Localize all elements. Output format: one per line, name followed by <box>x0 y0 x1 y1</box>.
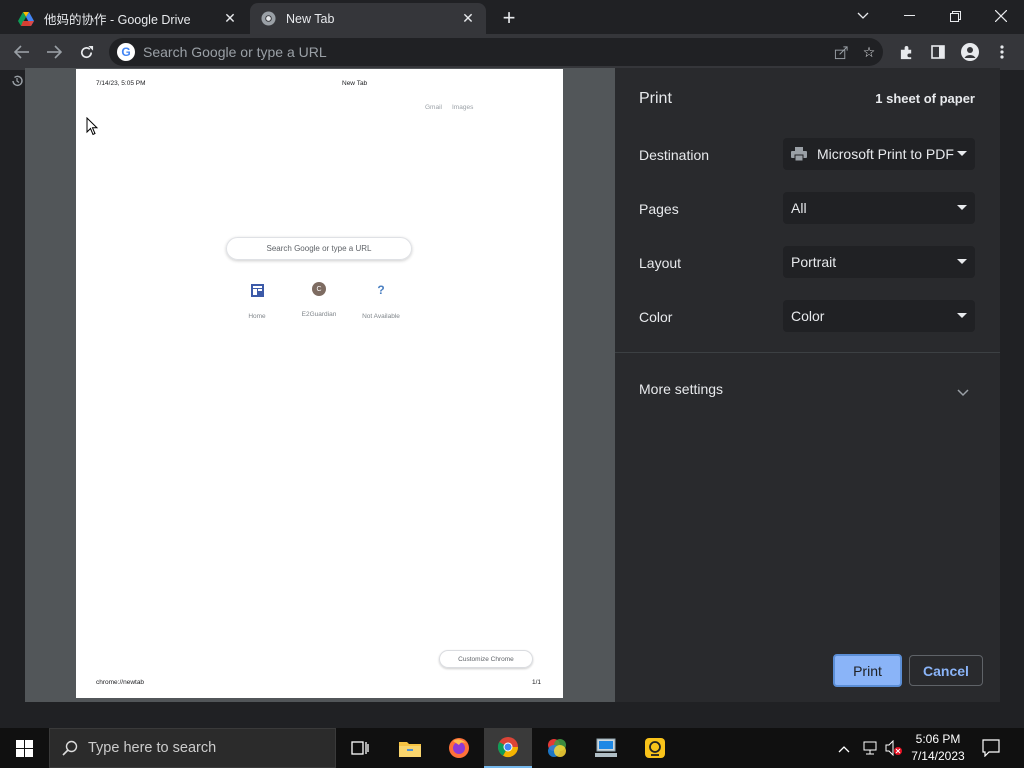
layout-label: Layout <box>639 255 682 271</box>
dropdown-caret-icon <box>957 313 967 318</box>
extensions-puzzle-icon[interactable] <box>894 40 918 64</box>
profile-avatar-icon[interactable] <box>958 40 982 64</box>
clock-time: 5:06 PM <box>915 732 961 746</box>
color-wheel-app-icon[interactable] <box>533 728 581 768</box>
cancel-button[interactable]: Cancel <box>909 655 983 686</box>
network-icon[interactable] <box>862 740 878 761</box>
google-g-icon: G <box>117 43 135 61</box>
browser-toolbar: G Search Google or type a URL ☆ <box>0 34 1024 70</box>
preview-footer-url: chrome://newtab <box>96 679 145 686</box>
more-settings-toggle[interactable]: More settings <box>615 368 1000 408</box>
clock-date: 7/14/2023 <box>911 749 965 763</box>
chevron-down-icon <box>957 384 969 402</box>
dropdown-caret-icon <box>957 151 967 156</box>
close-window-icon[interactable] <box>978 0 1024 32</box>
preview-footer-page: 1/1 <box>532 679 542 686</box>
color-value: Color <box>791 308 825 324</box>
preview-shortcut-e2guardian: C E2Guardian <box>291 282 347 318</box>
shortcut-label: Home <box>248 313 266 320</box>
firefox-icon[interactable] <box>435 728 483 768</box>
search-icon <box>62 740 78 756</box>
color-label: Color <box>639 309 673 325</box>
pages-label: Pages <box>639 201 679 217</box>
settings-divider <box>615 352 1000 353</box>
print-button[interactable]: Print <box>833 654 902 687</box>
file-explorer-icon[interactable] <box>386 728 434 768</box>
restore-icon[interactable] <box>932 0 978 32</box>
letter-c-icon: C <box>312 282 326 296</box>
tab-search-chevron-icon[interactable] <box>840 0 886 32</box>
preview-search-box: Search Google or type a URL <box>226 237 412 260</box>
notifications-icon[interactable] <box>982 739 1000 762</box>
computer-app-icon[interactable] <box>582 728 630 768</box>
close-tab-icon[interactable]: ✕ <box>460 10 476 27</box>
back-arrow-icon[interactable] <box>10 40 34 64</box>
print-dialog-title: Print <box>639 90 672 107</box>
windows-taskbar: Type here to search 5:06 PM 7/14/2023 <box>0 728 1024 768</box>
taskbar-search-box[interactable]: Type here to search <box>49 728 336 768</box>
preview-customize-chrome: Customize Chrome <box>439 650 533 668</box>
close-tab-icon[interactable]: ✕ <box>222 10 238 27</box>
destination-label: Destination <box>639 147 710 163</box>
address-bar[interactable]: G Search Google or type a URL ☆ <box>109 38 883 66</box>
layout-select[interactable]: Portrait <box>783 246 975 278</box>
google-drive-icon <box>18 11 34 27</box>
bookmark-star-icon[interactable]: ☆ <box>855 38 883 66</box>
volume-muted-icon[interactable] <box>885 739 903 761</box>
sheet-count: 1 sheet of paper <box>875 91 975 106</box>
shortcut-label: E2Guardian <box>301 311 337 318</box>
address-placeholder: Search Google or type a URL <box>143 44 327 60</box>
task-view-icon[interactable] <box>336 728 384 768</box>
pages-select[interactable]: All <box>783 192 975 224</box>
layout-value: Portrait <box>791 254 837 270</box>
more-settings-label: More settings <box>639 381 724 397</box>
tab-title: 他妈的协作 - Google Drive <box>44 13 191 27</box>
remote-desktop-app-icon[interactable] <box>631 728 679 768</box>
dropdown-caret-icon <box>957 205 967 210</box>
preview-images-link: Images <box>452 104 474 111</box>
preview-shortcut-not-available: ? Not Available <box>353 282 409 320</box>
color-select[interactable]: Color <box>783 300 975 332</box>
dropdown-caret-icon <box>957 259 967 264</box>
taskbar-search-placeholder: Type here to search <box>88 740 217 756</box>
tray-chevron-up-icon[interactable] <box>838 740 850 758</box>
windows-start-icon[interactable] <box>0 728 48 768</box>
tab-new-tab[interactable]: New Tab ✕ <box>250 3 486 34</box>
svg-text:G: G <box>121 45 130 59</box>
reload-icon[interactable] <box>74 40 98 64</box>
tab-google-drive[interactable]: 他妈的协作 - Google Drive ✕ <box>8 3 248 34</box>
minimize-icon[interactable] <box>886 0 932 32</box>
destination-select[interactable]: Microsoft Print to PDF <box>783 138 975 170</box>
chrome-taskbar-icon[interactable] <box>484 728 532 768</box>
preview-gmail-link: Gmail <box>425 104 442 111</box>
tab-strip: 他妈的协作 - Google Drive ✕ New Tab ✕ + <box>0 0 1024 34</box>
question-icon: ? <box>377 283 385 297</box>
preview-page: 7/14/23, 5:05 PM New Tab Gmail Images Se… <box>76 69 563 698</box>
shortcut-label: Not Available <box>362 313 400 320</box>
printer-icon <box>791 147 807 161</box>
destination-value: Microsoft Print to PDF <box>817 146 954 162</box>
mouse-cursor-icon <box>86 116 99 141</box>
share-icon[interactable] <box>827 38 855 66</box>
more-menu-icon[interactable] <box>990 40 1014 64</box>
home-tile-icon <box>249 282 265 298</box>
tab-title: New Tab <box>286 11 335 26</box>
chrome-icon <box>260 11 276 27</box>
pages-value: All <box>791 200 807 216</box>
forward-arrow-icon[interactable] <box>42 40 66 64</box>
clock[interactable]: 5:06 PM 7/14/2023 <box>905 731 971 765</box>
new-tab-plus-icon[interactable]: + <box>496 5 522 31</box>
side-panel-icon[interactable] <box>926 40 950 64</box>
print-settings-panel: Print 1 sheet of paper Destination Micro… <box>615 68 1000 702</box>
preview-header-title: New Tab <box>342 80 368 87</box>
preview-shortcut-home: Home <box>229 282 285 320</box>
preview-header-date: 7/14/23, 5:05 PM <box>96 80 146 87</box>
